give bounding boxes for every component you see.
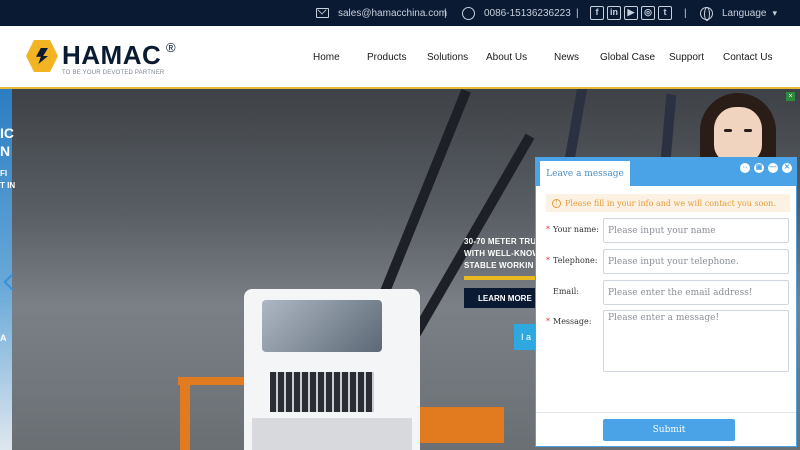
phone-text[interactable]: 0086-15136236223 — [484, 8, 571, 19]
social-links: f in ▶ ◎ t — [590, 0, 672, 26]
hero-headline-line: WITH WELL-KNOW — [464, 249, 541, 258]
tagline: TO BE YOUR DEVOTED PARTNER — [62, 70, 165, 76]
message-textarea[interactable] — [603, 310, 789, 372]
close-icon[interactable]: × — [786, 92, 795, 101]
truck-body — [418, 407, 504, 443]
panel-header: Leave a message ⇔ ▣ — ✕ — [536, 158, 796, 186]
hero-headline-line: STABLE WORKIN — [464, 261, 534, 270]
logo-icon[interactable] — [26, 40, 58, 72]
slide-fragment: IC — [0, 125, 14, 141]
resize-icon[interactable]: ⇔ — [740, 163, 750, 173]
required-mark: * — [546, 225, 550, 234]
slide-fragment: FI — [0, 169, 8, 178]
required-mark: * — [546, 317, 550, 326]
linkedin-icon[interactable]: in — [607, 6, 621, 20]
outrigger — [180, 379, 190, 450]
language-label[interactable]: Language — [722, 8, 767, 19]
minimize-icon[interactable]: — — [768, 163, 778, 173]
name-input[interactable] — [603, 218, 789, 243]
info-notice: ! Please fill in your info and we will c… — [546, 194, 790, 212]
youtube-icon[interactable]: ▶ — [624, 6, 638, 20]
top-bar: sales@hamacchina.com | 0086-15136236223 … — [0, 0, 800, 26]
email-label: Email: — [553, 287, 580, 296]
submit-button[interactable]: Submit — [603, 419, 735, 441]
slide-fragment: A — [0, 333, 7, 343]
message-label: * Message: — [546, 317, 592, 326]
headline-accent-bar — [464, 276, 544, 280]
email-input[interactable] — [603, 280, 789, 305]
nav-products[interactable]: Products — [367, 26, 406, 89]
separator: | — [444, 7, 447, 19]
slide-fragment: N — [0, 143, 11, 159]
instagram-icon[interactable]: ◎ — [641, 6, 655, 20]
leave-message-panel: Leave a message ⇔ ▣ — ✕ ! Please fill in… — [535, 157, 797, 447]
support-agent-avatar — [700, 93, 776, 163]
chevron-down-icon[interactable]: ▾ — [773, 8, 778, 19]
email-text[interactable]: sales@hamacchina.com — [338, 8, 447, 19]
nav-about-us[interactable]: About Us — [486, 26, 527, 89]
nav-solutions[interactable]: Solutions — [427, 26, 468, 89]
truck-windshield — [262, 300, 382, 352]
name-label: * Your name: — [546, 225, 599, 234]
hero-headline-line: 30-70 METER TRU — [464, 237, 537, 246]
panel-title-tab[interactable]: Leave a message — [540, 161, 630, 186]
nav-support[interactable]: Support — [669, 26, 704, 89]
globe-icon — [700, 6, 713, 21]
info-icon: ! — [552, 198, 561, 208]
whatsapp-icon — [462, 6, 475, 20]
nav-home[interactable]: Home — [313, 26, 340, 89]
notice-text: Please fill in your info and we will con… — [565, 198, 776, 208]
truck-bumper — [252, 418, 412, 450]
panel-window-controls: ⇔ ▣ — ✕ — [740, 163, 792, 173]
telephone-input[interactable] — [603, 249, 789, 274]
outrigger — [178, 377, 248, 385]
nav-news[interactable]: News — [554, 26, 579, 89]
email-contact[interactable]: sales@hamacchina.com — [316, 0, 447, 26]
truck-grill — [270, 372, 374, 412]
slide-fragment: T IN — [0, 181, 16, 190]
mail-icon — [316, 8, 329, 18]
nav-global-case[interactable]: Global Case — [600, 26, 655, 89]
separator: | — [576, 7, 579, 19]
required-mark: * — [546, 256, 550, 265]
phone-contact[interactable]: 0086-15136236223 — [462, 0, 571, 26]
separator: | — [684, 7, 687, 19]
site-header: HAMAC ® TO BE YOUR DEVOTED PARTNER Home … — [0, 26, 800, 89]
registered-mark: ® — [166, 40, 176, 55]
twitter-icon[interactable]: t — [658, 6, 672, 20]
maximize-icon[interactable]: ▣ — [754, 163, 764, 173]
learn-more-button[interactable]: LEARN MORE — [464, 288, 540, 308]
close-icon[interactable]: ✕ — [782, 163, 792, 173]
nav-contact-us[interactable]: Contact Us — [723, 26, 772, 89]
facebook-icon[interactable]: f — [590, 6, 604, 20]
panel-divider — [536, 412, 796, 413]
telephone-label: * Telephone: — [546, 256, 598, 265]
language-selector[interactable]: Language ▾ — [700, 0, 777, 26]
logo-text[interactable]: HAMAC — [62, 40, 161, 71]
